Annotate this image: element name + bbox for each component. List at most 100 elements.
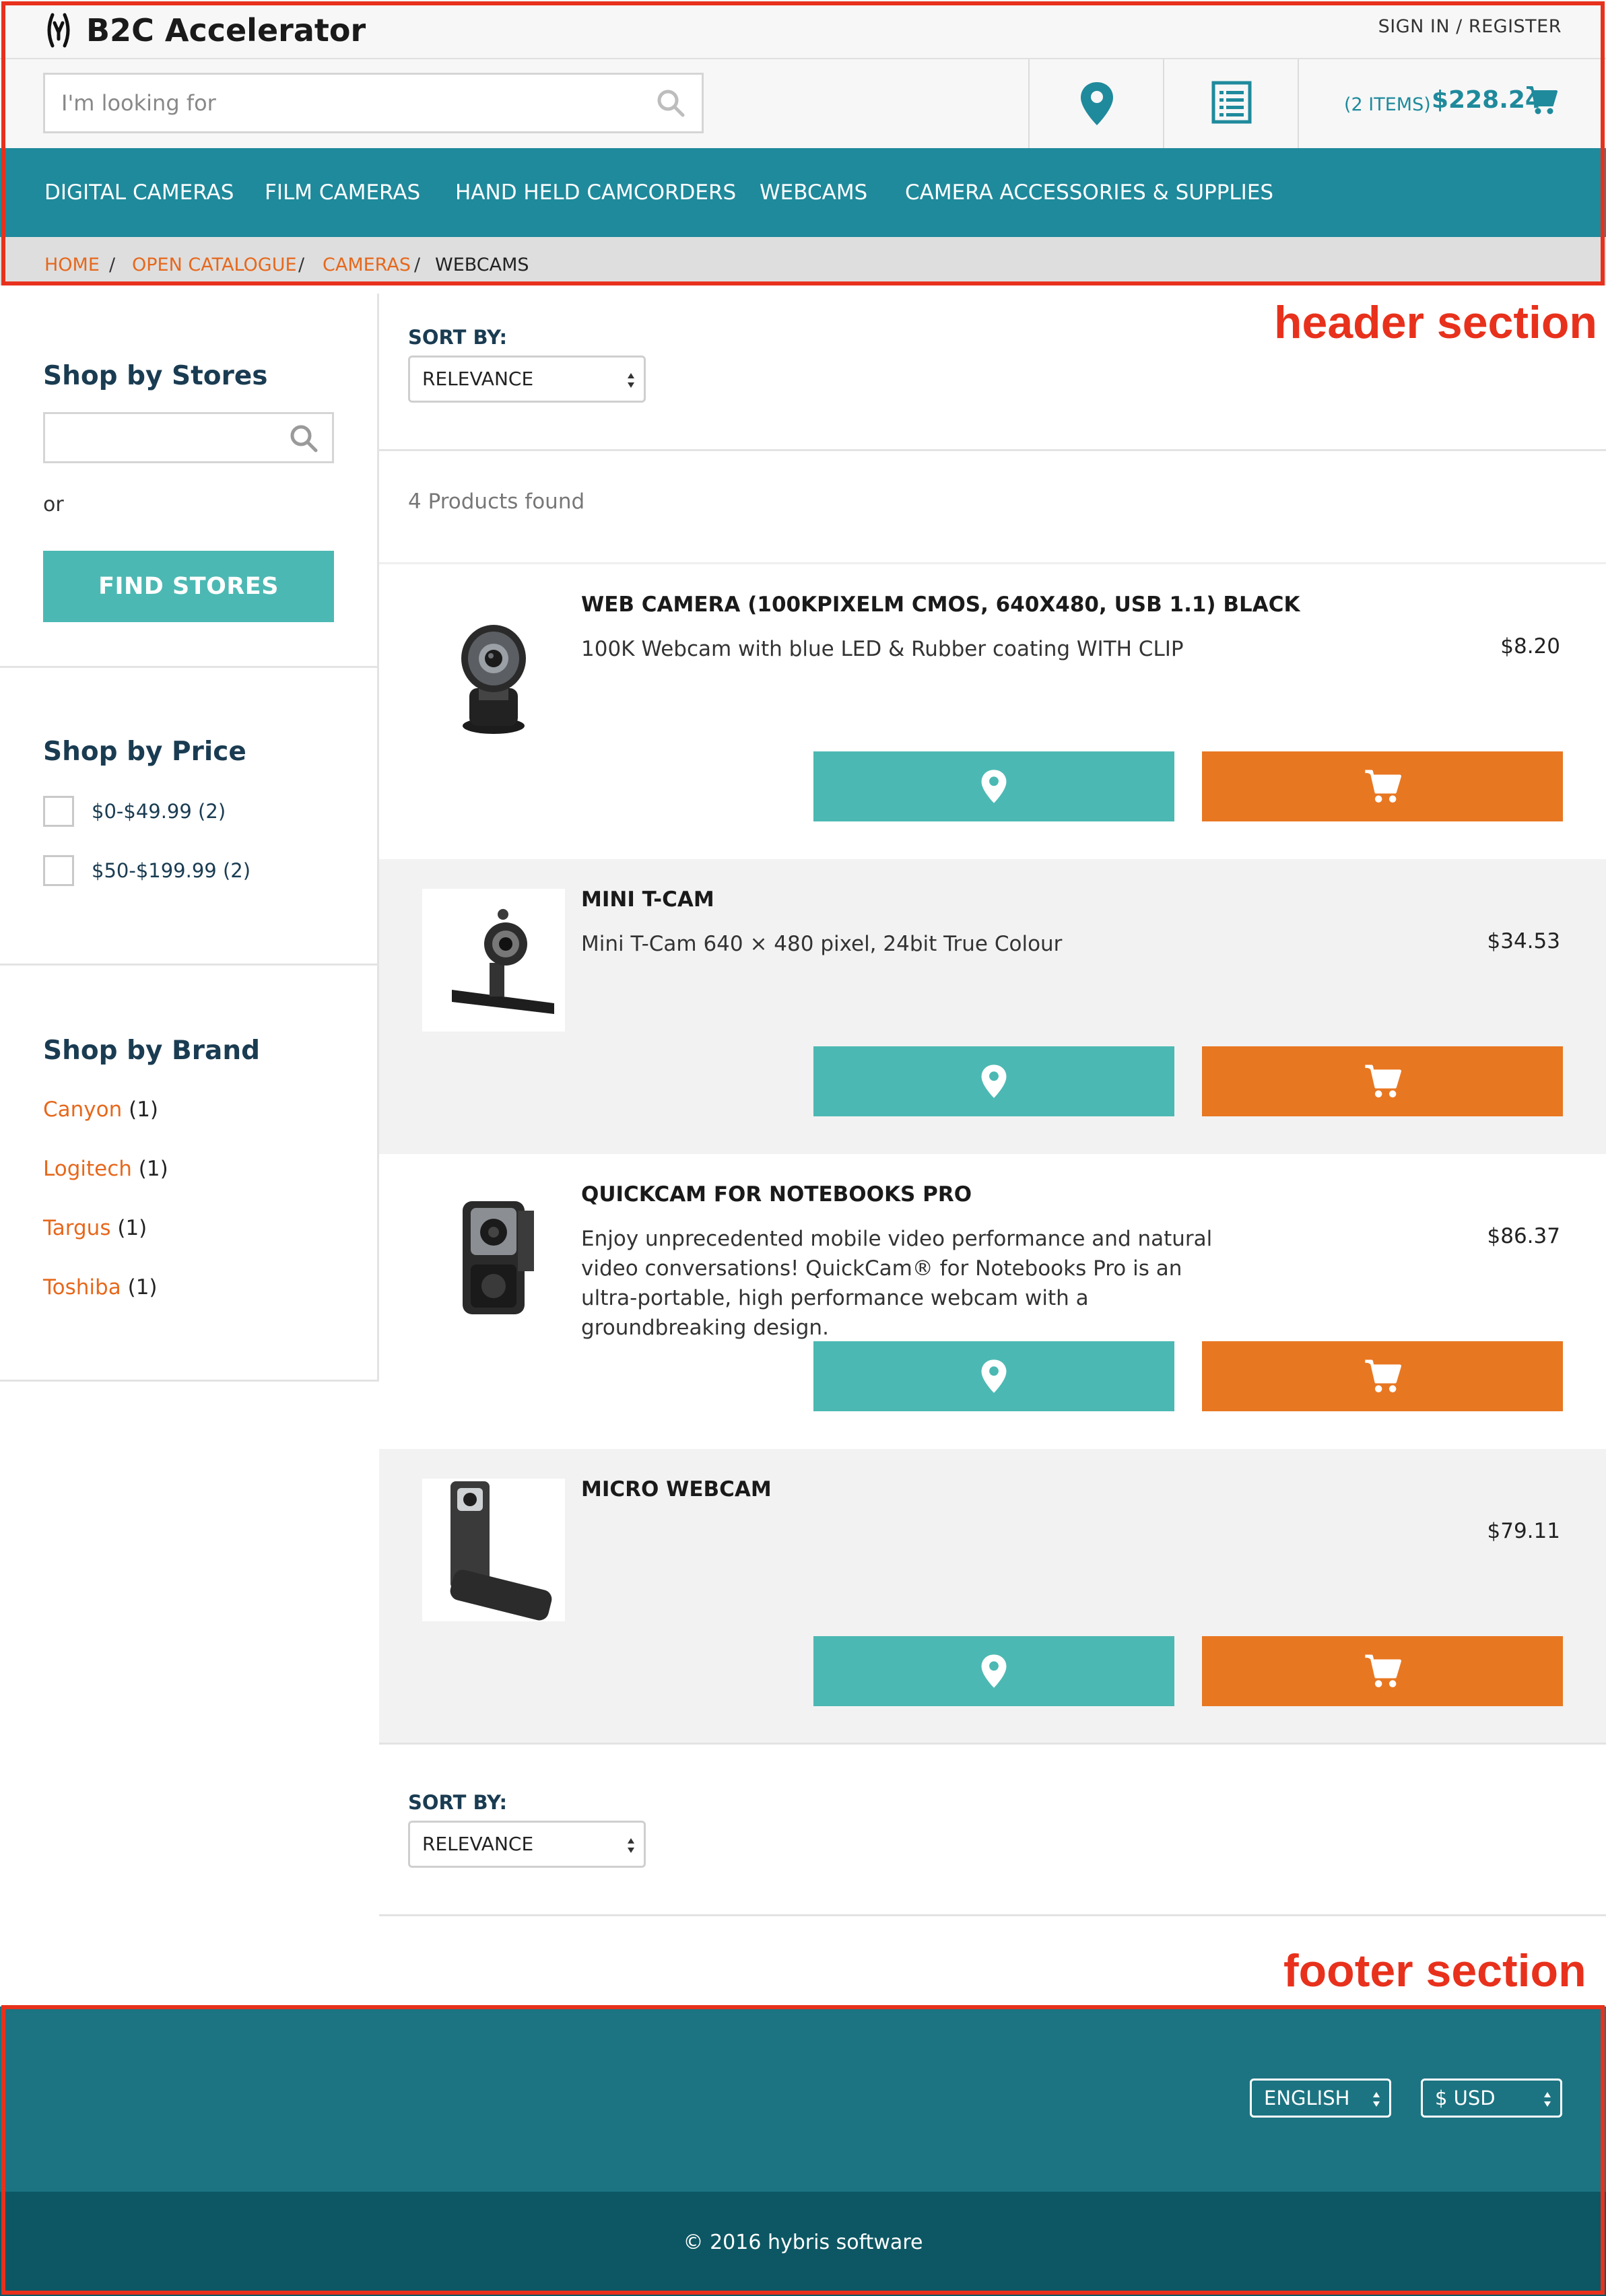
brand-filter-toshiba[interactable]: Toshiba (1)	[43, 1275, 158, 1299]
store-search-input[interactable]	[43, 412, 334, 463]
search-box	[43, 73, 704, 133]
product-image[interactable]	[422, 594, 565, 737]
price-filter-label: $50-$199.99 (2)	[92, 859, 251, 882]
nav-hand-held-camcorders[interactable]: HAND HELD CAMCORDERS	[455, 180, 736, 205]
pickup-in-store-button[interactable]	[813, 1636, 1174, 1706]
sort-select[interactable]: RELEVANCE	[408, 1821, 646, 1868]
price-filter-option[interactable]: $50-$199.99 (2)	[43, 855, 250, 886]
shop-by-brand-title: Shop by Brand	[43, 1036, 261, 1066]
site-logo[interactable]: B2C Accelerator	[43, 11, 366, 50]
location-pin-icon	[1081, 82, 1113, 125]
add-to-cart-button[interactable]	[1202, 751, 1563, 821]
currency-select-value: $ USD	[1435, 2087, 1496, 2109]
breadcrumb-separator: /	[109, 255, 116, 275]
brand-name[interactable]: Targus	[43, 1216, 110, 1240]
search-input[interactable]	[61, 75, 640, 131]
brand-count: (1)	[127, 1275, 158, 1299]
cart-icon	[1365, 1654, 1401, 1687]
product-price: $79.11	[1487, 1519, 1560, 1543]
shop-by-price-title: Shop by Price	[43, 737, 246, 767]
sort-select-value: RELEVANCE	[422, 1833, 534, 1855]
shop-by-brand-section: Shop by Brand Canyon (1) Logitech (1) Ta…	[0, 966, 379, 1382]
store-finder-button[interactable]	[1028, 59, 1163, 148]
brand-name[interactable]: Canyon	[43, 1098, 122, 1122]
breadcrumb-cameras[interactable]: CAMERAS	[323, 255, 411, 275]
brand-filter-canyon[interactable]: Canyon (1)	[43, 1098, 158, 1122]
price-filter-option[interactable]: $0-$49.99 (2)	[43, 796, 226, 827]
add-to-cart-button[interactable]	[1202, 1046, 1563, 1116]
nav-webcams[interactable]: WEBCAMS	[760, 180, 867, 205]
brand-count: (1)	[117, 1216, 147, 1240]
pickup-in-store-button[interactable]	[813, 1341, 1174, 1411]
mini-cart[interactable]: (2 ITEMS) $228.24	[1298, 59, 1606, 148]
find-stores-button[interactable]: FIND STORES	[43, 551, 334, 622]
page: B2C Accelerator SIGN IN / REGISTER I'm l…	[0, 0, 1606, 2296]
pickup-in-store-button[interactable]	[813, 751, 1174, 821]
add-to-cart-button[interactable]	[1202, 1636, 1563, 1706]
product-description: Mini T-Cam 640 × 480 pixel, 24bit True C…	[581, 932, 1063, 956]
pickup-in-store-button[interactable]	[813, 1046, 1174, 1116]
language-select[interactable]: ENGLISH	[1250, 2079, 1391, 2118]
sort-select[interactable]: RELEVANCE	[408, 356, 646, 403]
footer-bottom: © 2016 hybris software	[0, 2192, 1606, 2296]
product-item: WEB CAMERA (100KPIXELM CMOS, 640X480, US…	[379, 564, 1606, 859]
list-icon	[1211, 81, 1252, 124]
nav-film-cameras[interactable]: FILM CAMERAS	[265, 180, 420, 205]
breadcrumb: HOME / OPEN CATALOGUE / CAMERAS / WEBCAM…	[0, 237, 1606, 285]
product-image[interactable]	[422, 1184, 565, 1326]
sort-bar-bottom: SORT BY: RELEVANCE	[408, 1791, 646, 1868]
brand-count: (1)	[129, 1098, 159, 1122]
product-description: 100K Webcam with blue LED & Rubber coati…	[581, 637, 1184, 661]
sort-select-value: RELEVANCE	[422, 368, 534, 390]
product-name[interactable]: WEB CAMERA (100KPIXELM CMOS, 640X480, US…	[581, 593, 1300, 617]
product-item: QUICKCAM FOR NOTEBOOKS PRO Enjoy unprece…	[379, 1154, 1606, 1449]
search-icon[interactable]	[288, 422, 320, 454]
signin-register-link[interactable]: SIGN IN / REGISTER	[1378, 16, 1562, 37]
cart-icon	[1365, 770, 1401, 803]
top-bar: B2C Accelerator SIGN IN / REGISTER	[0, 0, 1606, 59]
shop-by-price-section: Shop by Price $0-$49.99 (2) $50-$199.99 …	[0, 668, 379, 966]
brand-name[interactable]: Logitech	[43, 1157, 132, 1181]
product-description: Enjoy unprecedented mobile video perform…	[581, 1227, 1213, 1340]
product-item: MINI T-CAM Mini T-Cam 640 × 480 pixel, 2…	[379, 859, 1606, 1154]
nav-digital-cameras[interactable]: DIGITAL CAMERAS	[44, 180, 234, 205]
location-pin-icon	[981, 1359, 1007, 1393]
logo-icon	[47, 13, 70, 48]
copyright-text: © 2016 hybris software	[683, 2231, 923, 2254]
brand-filter-logitech[interactable]: Logitech (1)	[43, 1157, 168, 1181]
product-name[interactable]: QUICKCAM FOR NOTEBOOKS PRO	[581, 1182, 972, 1207]
product-name[interactable]: MINI T-CAM	[581, 887, 714, 912]
breadcrumb-open-catalogue[interactable]: OPEN CATALOGUE	[132, 255, 297, 275]
logo-text: B2C Accelerator	[86, 12, 366, 48]
search-icon[interactable]	[655, 87, 687, 119]
breadcrumb-home[interactable]: HOME	[44, 255, 100, 275]
search-row: (2 ITEMS) $228.24	[0, 59, 1606, 148]
select-arrows-icon	[1373, 2092, 1380, 2107]
location-pin-icon	[981, 1065, 1007, 1098]
brand-filter-targus[interactable]: Targus (1)	[43, 1216, 147, 1240]
location-pin-icon	[981, 1654, 1007, 1688]
footer-top: ENGLISH $ USD	[0, 2006, 1606, 2192]
price-filter-checkbox[interactable]	[43, 855, 74, 886]
product-item: MICRO WEBCAM $79.11	[379, 1449, 1606, 1744]
cart-icon	[1527, 86, 1558, 114]
sort-label: SORT BY:	[408, 326, 508, 349]
currency-select[interactable]: $ USD	[1421, 2079, 1562, 2118]
breadcrumb-separator: /	[414, 255, 421, 275]
price-filter-checkbox[interactable]	[43, 796, 74, 827]
price-filter-label: $0-$49.99 (2)	[92, 800, 226, 823]
product-image[interactable]	[422, 1479, 565, 1621]
product-name[interactable]: MICRO WEBCAM	[581, 1477, 772, 1501]
divider	[379, 1914, 1606, 1916]
product-image[interactable]	[422, 889, 565, 1032]
sort-bar-top: SORT BY: RELEVANCE	[408, 326, 646, 403]
location-pin-icon	[981, 770, 1007, 803]
add-to-cart-button[interactable]	[1202, 1341, 1563, 1411]
brand-name[interactable]: Toshiba	[43, 1275, 121, 1299]
category-nav: DIGITAL CAMERAS FILM CAMERAS HAND HELD C…	[0, 148, 1606, 237]
select-arrows-icon	[628, 373, 634, 388]
product-price: $86.37	[1487, 1224, 1560, 1248]
nav-camera-accessories[interactable]: CAMERA ACCESSORIES & SUPPLIES	[905, 180, 1273, 205]
quick-order-button[interactable]	[1163, 59, 1298, 148]
product-price: $8.20	[1500, 634, 1560, 659]
